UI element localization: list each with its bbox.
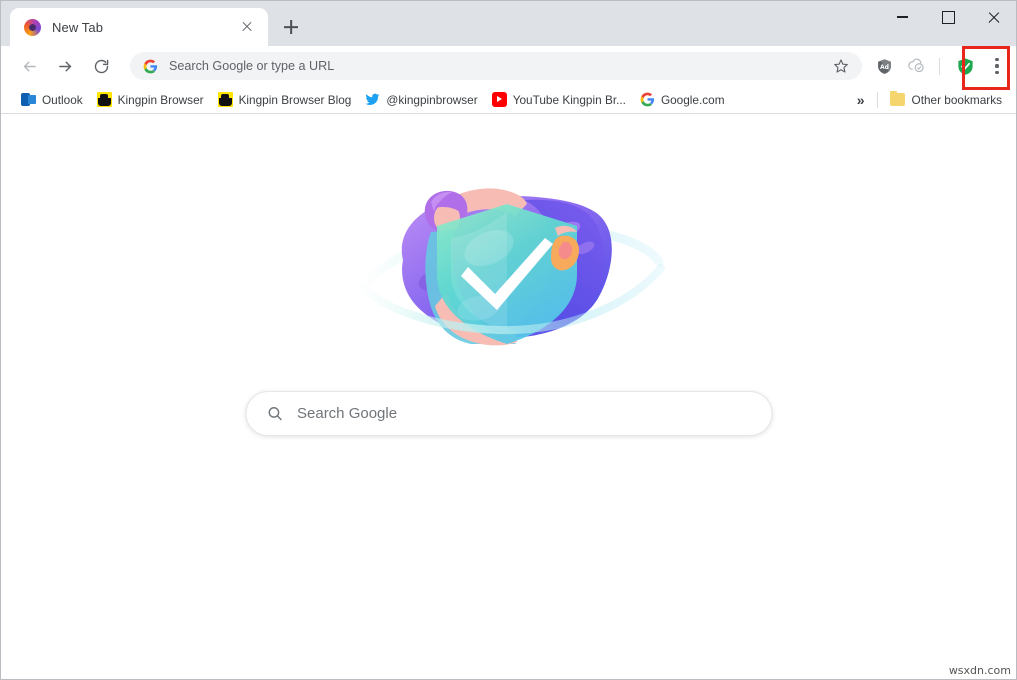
privacy-badge-icon[interactable] [902, 52, 930, 80]
search-icon [268, 407, 282, 421]
bookmark-star-icon[interactable] [828, 53, 854, 79]
bookmark-item-kingpin-browser[interactable]: Kingpin Browser [90, 89, 211, 111]
menu-dot [995, 58, 999, 62]
new-tab-page: Search Google APPUALS wsxdn.com [0, 114, 1017, 679]
forward-button[interactable] [50, 51, 80, 81]
other-bookmarks-button[interactable]: Other bookmarks [883, 89, 1009, 111]
maximize-button[interactable] [925, 0, 971, 34]
twitter-icon [365, 93, 380, 105]
bookmark-label: Google.com [660, 92, 725, 107]
browser-tab[interactable]: New Tab [10, 8, 268, 46]
close-window-button[interactable] [971, 0, 1017, 34]
menu-dot [995, 70, 999, 74]
other-bookmarks-label: Other bookmarks [911, 92, 1002, 107]
minimize-button[interactable] [879, 0, 925, 34]
browser-menu-button[interactable] [983, 52, 1011, 80]
ntp-search: Search Google [245, 391, 772, 436]
back-button[interactable] [14, 51, 44, 81]
bookmarks-overflow-button[interactable]: » [849, 92, 872, 108]
shield-hug-illustration [352, 188, 665, 346]
toolbar-divider [939, 57, 940, 75]
bookmark-label: Kingpin Browser [117, 92, 204, 107]
bookmark-item-outlook[interactable]: Outlook [14, 89, 90, 111]
google-g-icon [143, 59, 158, 73]
youtube-icon [491, 92, 507, 107]
bookmark-item-youtube[interactable]: YouTube Kingpin Br... [485, 89, 633, 111]
google-g-icon [640, 92, 654, 107]
adblock-shield-icon[interactable]: Ad [870, 52, 898, 80]
address-bar-placeholder: Search Google or type a URL [169, 59, 335, 73]
bookmark-item-google[interactable]: Google.com [633, 89, 732, 111]
bookmarks-bar: Outlook Kingpin Browser Kingpin Browser … [0, 86, 1017, 114]
search-input[interactable]: Search Google [245, 391, 772, 436]
bookmarks-divider [876, 91, 878, 108]
bookmark-item-kingpin-browser-blog[interactable]: Kingpin Browser Blog [211, 89, 359, 111]
bookmark-label: Outlook [42, 92, 83, 107]
search-placeholder: Search Google [297, 405, 398, 422]
source-url-label: wsxdn.com [946, 664, 1013, 677]
kingpin-icon [96, 92, 112, 107]
kingpin-browser-icon [24, 18, 41, 36]
folder-icon [889, 90, 905, 106]
title-bar: New Tab [0, 0, 1017, 46]
address-bar[interactable]: Search Google or type a URL [130, 52, 862, 80]
close-icon[interactable] [238, 18, 256, 36]
bookmark-label: YouTube Kingpin Br... [512, 92, 626, 107]
reload-button[interactable] [86, 51, 116, 81]
menu-dot [995, 64, 999, 68]
new-tab-button[interactable] [276, 12, 306, 42]
bookmark-item-twitter[interactable]: @kingpinbrowser [358, 89, 484, 111]
tab-title: New Tab [52, 19, 104, 35]
browser-window: New Tab Search Google or type a URL Ad O… [0, 0, 1017, 680]
back-arrow-icon [23, 61, 36, 71]
svg-text:Ad: Ad [880, 63, 889, 70]
window-controls [879, 0, 1017, 34]
forward-arrow-icon [58, 61, 71, 71]
browser-toolbar: Search Google or type a URL Ad [0, 46, 1017, 86]
bookmark-label: Kingpin Browser Blog [238, 92, 352, 107]
reload-icon [94, 59, 108, 73]
bookmark-label: @kingpinbrowser [386, 92, 478, 107]
green-shield-icon[interactable] [951, 52, 979, 80]
kingpin-icon [217, 92, 233, 107]
outlook-icon [21, 92, 36, 107]
